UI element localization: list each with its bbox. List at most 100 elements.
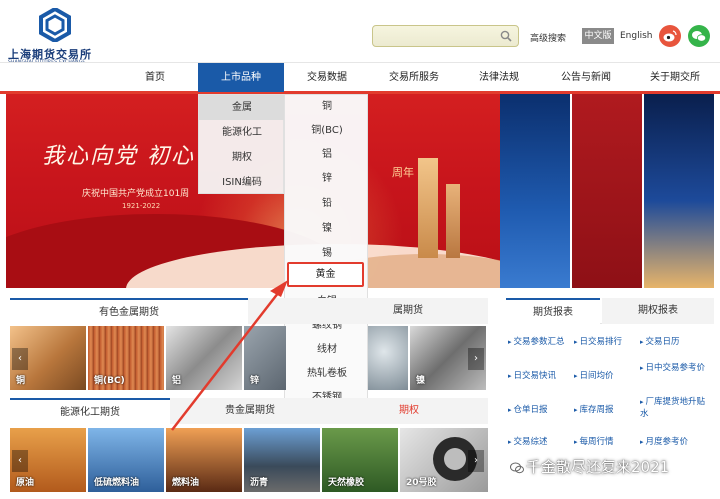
thumb-low-sulfur-fuel-oil[interactable]: 低硫燃料油 [88,428,164,492]
dropdown-item-options[interactable]: 期权 [199,145,285,170]
thumb-natural-rubber[interactable]: 天然橡胶 [322,428,398,492]
report-link-label: 日中交易参考价 [645,363,706,373]
dropdown-item-energy[interactable]: 能源化工 [199,120,285,145]
report-link-label: 交易日历 [645,337,680,347]
thumb-label: 镍 [416,376,426,386]
lang-cn-button[interactable]: 中文版 [582,28,614,44]
report-link[interactable]: ▸ 库存周报 [574,404,614,416]
panel-energy-tabs: 能源化工期货 贵金属期货 期权 [10,398,488,424]
thumb-fuel-oil[interactable]: 燃料油 [166,428,242,492]
tab-energy-futures[interactable]: 能源化工期货 [10,398,170,424]
report-link-label: 交易综述 [513,437,548,447]
thumb-zinc[interactable]: 锌 [244,326,286,390]
triangle-right-icon: ▸ [574,406,578,414]
tower-graphic [418,158,438,258]
report-link[interactable]: ▸ 仓单日报 [508,404,548,416]
thumb-label: 天然橡胶 [328,478,365,488]
report-link[interactable]: ▸ 厂库提货地升贴水 [640,396,710,420]
report-link[interactable]: ▸ 月度参考价 [640,436,688,448]
banner-slide-thumb[interactable] [644,94,714,288]
triangle-right-icon: ▸ [508,338,512,346]
wechat-icon[interactable] [688,25,710,47]
nav-item-home[interactable]: 首页 [128,63,182,92]
banner-slide-thumb[interactable] [572,94,642,288]
carousel-prev-icon[interactable]: ‹ [12,348,28,370]
nav-item-laws[interactable]: 法律法规 [462,63,536,92]
report-link[interactable]: ▸ 交易综述 [508,436,548,448]
triangle-right-icon: ▸ [574,438,578,446]
tab-options[interactable]: 期权 [330,398,488,424]
report-link[interactable]: ▸ 日交易快讯 [508,370,556,382]
triangle-right-icon: ▸ [508,438,512,446]
search-input[interactable] [372,25,519,47]
triangle-right-icon: ▸ [640,338,644,346]
lang-en-link[interactable]: English [620,31,653,41]
main-nav: 首页 上市品种 交易数据 交易所服务 法律法规 公告与新闻 关于期交所 [0,62,720,94]
report-link[interactable]: ▸ 日交易排行 [574,336,622,348]
dropdown-item-zinc[interactable]: 锌 [285,167,369,191]
nav-item-exchange-services[interactable]: 交易所服务 [374,63,454,92]
reports-tabs: 期货报表 期权报表 [506,298,714,324]
report-link-label: 月度参考价 [645,437,689,447]
dropdown-item-gold-highlighted[interactable]: 黄金 [287,262,364,287]
shfe-logo-icon [39,8,71,42]
thumb-aluminum[interactable]: 铝 [166,326,242,390]
thumb-label: 低硫燃料油 [94,478,140,488]
report-link-label: 日间均价 [579,371,614,381]
report-link[interactable]: ▸ 日间均价 [574,370,614,382]
advanced-search-link[interactable]: 高级搜索 [530,31,566,44]
carousel-prev-icon[interactable]: ‹ [12,450,28,472]
metals-thumbnails: 铜 铜(BC) 铝 锌 镍 ‹ › [10,326,488,390]
thumb-asphalt[interactable]: 沥青 [244,428,320,492]
nav-item-trading-data[interactable]: 交易数据 [290,63,364,92]
nav-item-about[interactable]: 关于期交所 [636,63,714,92]
dropdown-item-copper-bc[interactable]: 铜(BC) [285,119,369,143]
thumb-label: 铝 [172,376,182,386]
thumb-copper-bc[interactable]: 铜(BC) [88,326,164,390]
header: 上海期货交易所 SHANGHAI FUTURES EXCHANGE 高级搜索 中… [0,0,720,65]
report-link[interactable]: ▸ 每周行情 [574,436,614,448]
banner-subtitle: 庆祝中国共产党成立101周 [82,189,190,199]
thumb-label: 锌 [250,376,260,386]
energy-thumbnails: 原油 低硫燃料油 燃料油 沥青 天然橡胶 20号胶 ‹ › [10,428,488,492]
dropdown-item-lead[interactable]: 铅 [285,192,369,216]
nav-item-listed-products[interactable]: 上市品种 [198,63,284,92]
tab-futures-reports[interactable]: 期货报表 [506,298,600,324]
triangle-right-icon: ▸ [640,398,644,406]
nav-item-announcements[interactable]: 公告与新闻 [546,63,626,92]
carousel-next-icon[interactable]: › [468,348,484,370]
tab-nonferrous-futures[interactable]: 有色金属期货 [10,298,248,324]
dropdown-item-gold-label: 黄金 [315,269,336,280]
search-icon[interactable] [500,30,512,42]
tab-precious-metals-futures[interactable]: 贵金属期货 [170,398,330,424]
dropdown-item-copper[interactable]: 铜 [285,95,369,119]
thumb-label: 原油 [16,478,35,488]
tab-options-reports[interactable]: 期权报表 [602,298,714,324]
dropdown-item-nickel[interactable]: 镍 [285,217,369,241]
dropdown-item-isin[interactable]: ISIN编码 [199,170,285,195]
thumb-label: 燃料油 [172,478,200,488]
triangle-right-icon: ▸ [574,372,578,380]
triangle-right-icon: ▸ [508,406,512,414]
triangle-right-icon: ▸ [508,372,512,380]
triangle-right-icon: ▸ [640,438,644,446]
weibo-icon[interactable] [659,25,681,47]
carousel-next-icon[interactable]: › [468,450,484,472]
panel-metals-tabs: 有色金属期货 属期货 [10,298,488,324]
report-link-label: 厂库提货地升贴水 [640,397,706,419]
dropdown-item-metals[interactable]: 金属 [199,95,285,120]
banner-slide-thumb[interactable] [500,94,570,288]
dropdown-item-aluminum[interactable]: 铝 [285,143,369,167]
report-link[interactable]: ▸ 交易参数汇总 [508,336,565,348]
wechat-watermark-icon [510,462,524,474]
thumb-tin[interactable] [368,326,408,390]
watermark-text: 千金散尽还复来2021 [526,458,670,476]
report-link[interactable]: ▸ 日中交易参考价 [640,362,710,374]
report-link[interactable]: ▸ 交易日历 [640,336,680,348]
tab-metals-futures[interactable]: 属期货 [248,298,488,324]
report-link-label: 交易参数汇总 [513,337,565,347]
report-link-label: 库存周报 [579,405,614,415]
dropdown-categories: 金属 能源化工 期权 ISIN编码 [198,94,285,195]
shfe-logo[interactable]: 上海期货交易所 SHANGHAI FUTURES EXCHANGE [4,6,100,65]
thumb-label: 铜 [16,376,26,386]
